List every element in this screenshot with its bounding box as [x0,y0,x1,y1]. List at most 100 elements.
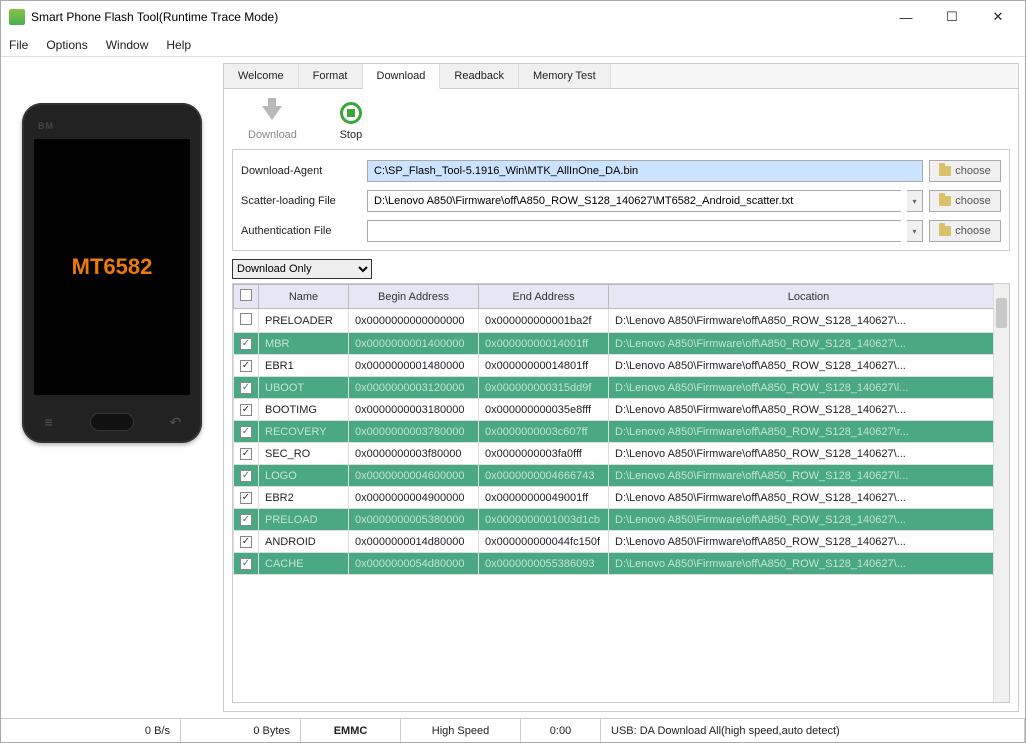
row-checkbox-cell[interactable]: ✓ [234,487,259,509]
table-row[interactable]: ✓UBOOT0x00000000031200000x000000000315dd… [234,377,1009,399]
partition-grid: Name Begin Address End Address Location … [233,284,1009,575]
col-location[interactable]: Location [609,285,1009,309]
menu-options[interactable]: Options [46,38,87,52]
checkbox-icon[interactable]: ✓ [240,470,252,482]
cell-loc: D:\Lenovo A850\Firmware\off\A850_ROW_S12… [609,377,1009,399]
auth-file-input[interactable] [367,220,901,242]
row-checkbox-cell[interactable]: ✓ [234,355,259,377]
tab-welcome[interactable]: Welcome [224,64,299,88]
download-mode-select[interactable]: Download Only [232,259,372,279]
table-row[interactable]: ✓MBR0x00000000014000000x00000000014001ff… [234,333,1009,355]
row-checkbox-cell[interactable]: ✓ [234,531,259,553]
cell-loc: D:\Lenovo A850\Firmware\off\A850_ROW_S12… [609,333,1009,355]
cell-loc: D:\Lenovo A850\Firmware\off\A850_ROW_S12… [609,399,1009,421]
col-check[interactable] [234,285,259,309]
vertical-scrollbar[interactable] [993,284,1009,702]
cell-name: PRELOADER [259,309,349,333]
cell-begin: 0x0000000001480000 [349,355,479,377]
tab-memory-test[interactable]: Memory Test [519,64,611,88]
col-name[interactable]: Name [259,285,349,309]
cell-end: 0x0000000003fa0fff [479,443,609,465]
table-row[interactable]: ✓SEC_RO0x0000000003f800000x0000000003fa0… [234,443,1009,465]
cell-end: 0x0000000001003d1cb [479,509,609,531]
row-checkbox-cell[interactable]: ✓ [234,421,259,443]
app-window: Smart Phone Flash Tool(Runtime Trace Mod… [0,0,1026,743]
table-row[interactable]: ✓ EBR10x00000000014800000x00000000014801f… [234,355,1009,377]
auth-dropdown-icon[interactable]: ▾ [907,220,923,242]
app-icon [9,9,25,25]
checkbox-icon[interactable]: ✓ [240,426,252,438]
checkbox-icon[interactable]: ✓ [240,492,252,504]
col-begin[interactable]: Begin Address [349,285,479,309]
table-row[interactable]: PRELOADER0x00000000000000000x00000000000… [234,309,1009,333]
table-row[interactable]: ✓BOOTIMG0x00000000031800000x000000000035… [234,399,1009,421]
close-button[interactable]: ✕ [975,1,1021,33]
cell-loc: D:\Lenovo A850\Firmware\off\A850_ROW_S12… [609,421,1009,443]
cell-end: 0x00000000014801ff [479,355,609,377]
row-checkbox-cell[interactable] [234,309,259,333]
tab-download[interactable]: Download [363,64,441,89]
table-row[interactable]: ✓RECOVERY0x00000000037800000x0000000003c… [234,421,1009,443]
cell-end: 0x00000000014001ff [479,333,609,355]
phone-panel: BM MT6582 ≡ ↶ [7,63,217,712]
checkbox-icon[interactable] [240,313,252,325]
scatter-dropdown-icon[interactable]: ▾ [907,190,923,212]
checkbox-icon[interactable]: ✓ [240,536,252,548]
row-checkbox-cell[interactable]: ✓ [234,509,259,531]
choose-agent-button[interactable]: choose [929,160,1001,182]
cell-begin: 0x0000000001400000 [349,333,479,355]
row-checkbox-cell[interactable]: ✓ [234,465,259,487]
back-icon: ↶ [163,415,187,429]
table-row[interactable]: ✓LOGO0x00000000046000000x000000000466674… [234,465,1009,487]
download-agent-input[interactable] [367,160,923,182]
scrollbar-thumb[interactable] [996,298,1007,328]
status-storage: EMMC [301,719,401,742]
cell-name: EBR1 [259,355,349,377]
folder-icon [939,166,951,176]
menu-help[interactable]: Help [166,38,191,52]
checkbox-icon[interactable]: ✓ [240,360,252,372]
checkbox-icon[interactable]: ✓ [240,514,252,526]
checkbox-icon[interactable]: ✓ [240,404,252,416]
cell-name: UBOOT [259,377,349,399]
cell-begin: 0x0000000000000000 [349,309,479,333]
stop-button[interactable]: Stop [337,99,365,141]
cell-name: LOGO [259,465,349,487]
phone-button-row: ≡ ↶ [22,413,202,431]
row-checkbox-cell[interactable]: ✓ [234,399,259,421]
cell-end: 0x000000000001ba2f [479,309,609,333]
table-row[interactable]: ✓CACHE0x0000000054d800000x00000000553860… [234,553,1009,575]
tab-format[interactable]: Format [299,64,363,88]
table-row[interactable]: ✓ANDROID0x0000000014d800000x000000000044… [234,531,1009,553]
checkbox-icon[interactable]: ✓ [240,338,252,350]
col-end[interactable]: End Address [479,285,609,309]
choose-scatter-button[interactable]: choose [929,190,1001,212]
chip-label: MT6582 [72,254,153,280]
header-checkbox-icon[interactable] [240,289,252,301]
cell-begin: 0x0000000005380000 [349,509,479,531]
row-checkbox-cell[interactable]: ✓ [234,377,259,399]
table-row[interactable]: ✓EBR20x00000000049000000x00000000049001f… [234,487,1009,509]
menu-file[interactable]: File [9,38,28,52]
checkbox-icon[interactable]: ✓ [240,558,252,570]
menu-icon: ≡ [37,415,61,429]
row-checkbox-cell[interactable]: ✓ [234,553,259,575]
table-row[interactable]: ✓PRELOAD0x00000000053800000x000000000100… [234,509,1009,531]
download-button[interactable]: Download [248,99,297,141]
menu-window[interactable]: Window [106,38,149,52]
phone-screen: MT6582 [34,139,190,395]
choose-auth-button[interactable]: choose [929,220,1001,242]
row-checkbox-cell[interactable]: ✓ [234,333,259,355]
phone-mockup: BM MT6582 ≡ ↶ [22,103,202,443]
cell-name: RECOVERY [259,421,349,443]
checkbox-icon[interactable]: ✓ [240,448,252,460]
maximize-button[interactable]: ☐ [929,1,975,33]
scatter-file-input[interactable] [367,190,901,212]
row-checkbox-cell[interactable]: ✓ [234,443,259,465]
cell-loc: D:\Lenovo A850\Firmware\off\A850_ROW_S12… [609,509,1009,531]
tab-readback[interactable]: Readback [440,64,519,88]
minimize-button[interactable]: — [883,1,929,33]
checkbox-icon[interactable]: ✓ [240,382,252,394]
cell-loc: D:\Lenovo A850\Firmware\off\A850_ROW_S12… [609,465,1009,487]
cell-begin: 0x0000000014d80000 [349,531,479,553]
